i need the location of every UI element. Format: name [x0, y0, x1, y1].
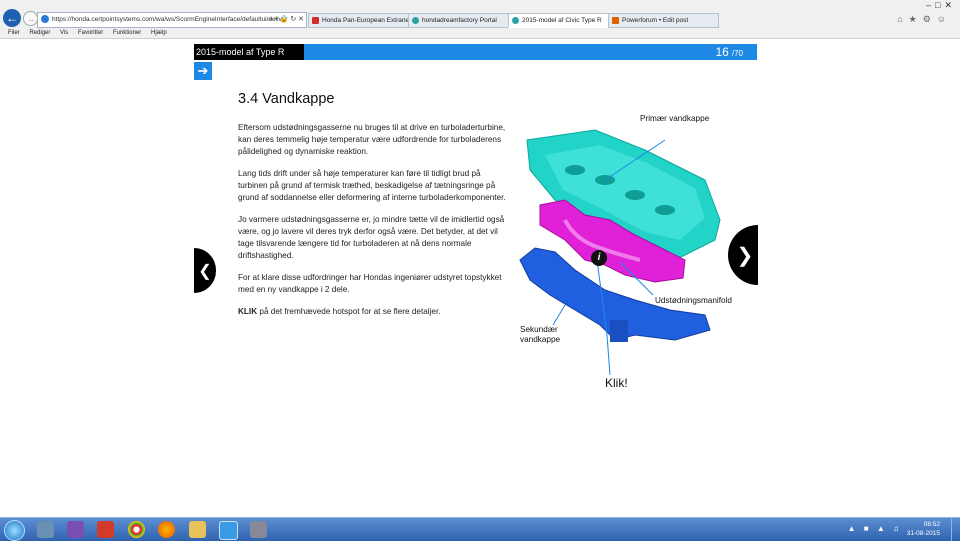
menu-bar: Filer Rediger Vis Favoritter Funktioner … [0, 28, 960, 38]
paragraph: Jo varmere udstødningsgasserne er, jo mi… [238, 215, 505, 260]
tab-label: 2015-model af Civic Type R [522, 17, 602, 24]
browser-toolbar-icons[interactable]: ⌂★⚙☺ [897, 14, 952, 25]
menu-rediger[interactable]: Rediger [29, 30, 50, 36]
label-klik: Klik! [605, 376, 628, 390]
page-current: 16 [715, 45, 729, 59]
course-title: 2015-model af Type R [194, 44, 304, 60]
app-icon-2[interactable] [67, 521, 84, 538]
label-primary-jacket: Primær vandkappe [640, 114, 710, 123]
taskbar: ▲ ■ ▲ ♫ 08:52 31-08-2015 [0, 517, 960, 541]
powerforum-favicon-icon [612, 17, 619, 24]
menu-funktioner[interactable]: Funktioner [113, 30, 141, 36]
paragraph: Lang tids drift under så høje temperatur… [238, 169, 506, 202]
diagram-svg [519, 129, 721, 376]
course-menu-button[interactable]: ➔ [194, 62, 212, 80]
course-header-bar: 2015-model af Type R 16 /70 [194, 44, 757, 60]
address-controls[interactable]: ⌕ ▾ 🔒 ↻ ✕ [269, 13, 304, 27]
star-icon: ★ [908, 14, 923, 24]
menu-vis[interactable]: Vis [60, 30, 68, 36]
water-jacket-diagram: i Primær vandkappe Udstødningsmanifold S… [505, 100, 765, 400]
chevron-left-icon: ❮ [198, 262, 212, 280]
certpoint-app-icon[interactable] [97, 521, 114, 538]
click-instruction: KLIK på det fremhævede hotspot for at se… [238, 306, 506, 318]
gear-icon: ⚙ [922, 14, 937, 24]
address-text: https://honda.certpointsystems.com/wa/ws… [52, 16, 288, 23]
home-icon: ⌂ [897, 14, 909, 24]
tab-label: Powerforum • Edit post [622, 17, 689, 24]
ie-favicon-icon [512, 17, 519, 24]
previous-page-button[interactable]: ❮ [194, 248, 216, 293]
click-keyword: KLIK [238, 307, 258, 316]
page-title: 3.4 Vandkappe [238, 91, 335, 107]
arrow-left-icon: ← [6, 11, 18, 25]
firefox-icon[interactable] [158, 521, 175, 538]
show-desktop-button[interactable] [951, 518, 960, 541]
clock-time: 08:52 [923, 521, 940, 528]
info-hotspot[interactable]: i [591, 250, 607, 266]
address-bar[interactable]: https://honda.certpointsystems.com/wa/ws… [37, 12, 307, 28]
arrow-right-icon: ➔ [197, 63, 209, 78]
tab-label: Honda Pan-European Extranet [322, 17, 411, 24]
label-secondary-line1: Sekundær [520, 325, 558, 334]
app-icon-8[interactable] [250, 521, 267, 538]
forward-button[interactable]: → [23, 11, 38, 26]
tab-dreamfactory[interactable]: hondadreamfactory Portal [408, 13, 519, 28]
back-button[interactable]: ← [3, 9, 21, 27]
internet-explorer-icon[interactable] [219, 521, 238, 540]
tab-label: hondadreamfactory Portal [422, 17, 497, 24]
arrow-right-icon: → [26, 13, 35, 24]
page-total: /70 [731, 49, 743, 58]
page-counter: 16 /70 [715, 44, 743, 62]
body-text: Eftersom udstødningsgasserne nu bruges t… [238, 122, 506, 328]
honda-favicon-icon [312, 17, 319, 24]
window-controls[interactable]: –□✕ [926, 0, 956, 11]
start-button[interactable] [4, 520, 25, 541]
app-icon-1[interactable] [37, 521, 54, 538]
site-favicon [41, 15, 49, 24]
menu-filer[interactable]: Filer [8, 30, 20, 36]
click-instruction-rest: på det fremhævede hotspot for at se fler… [257, 307, 441, 316]
tab-honda-extranet[interactable]: Honda Pan-European Extranet [308, 13, 419, 28]
chrome-icon[interactable] [128, 521, 145, 538]
label-exhaust-manifold: Udstødningsmanifold [655, 296, 732, 305]
label-secondary-jacket: Sekundær vandkappe [520, 325, 560, 345]
clock-date: 31-08-2015 [906, 530, 940, 537]
tab-civic-type-r[interactable]: 2015-model af Civic Type R ✕ [508, 13, 619, 28]
tab-powerforum[interactable]: Powerforum • Edit post [608, 13, 719, 28]
browser-chrome: ← → https://honda.certpointsystems.com/w… [0, 0, 960, 39]
paragraph: Eftersom udstødningsgasserne nu bruges t… [238, 123, 506, 156]
paragraph: For at klare disse udfordringer har Hond… [238, 273, 502, 294]
folder-icon[interactable] [189, 521, 206, 538]
smiley-icon: ☺ [936, 14, 952, 24]
ie-favicon-icon [412, 17, 419, 24]
menu-favoritter[interactable]: Favoritter [78, 30, 103, 36]
menu-hjaelp[interactable]: Hjælp [151, 30, 167, 36]
label-secondary-line2: vandkappe [520, 335, 561, 344]
system-tray-icons[interactable]: ▲ ■ ▲ ♫ [848, 524, 902, 533]
